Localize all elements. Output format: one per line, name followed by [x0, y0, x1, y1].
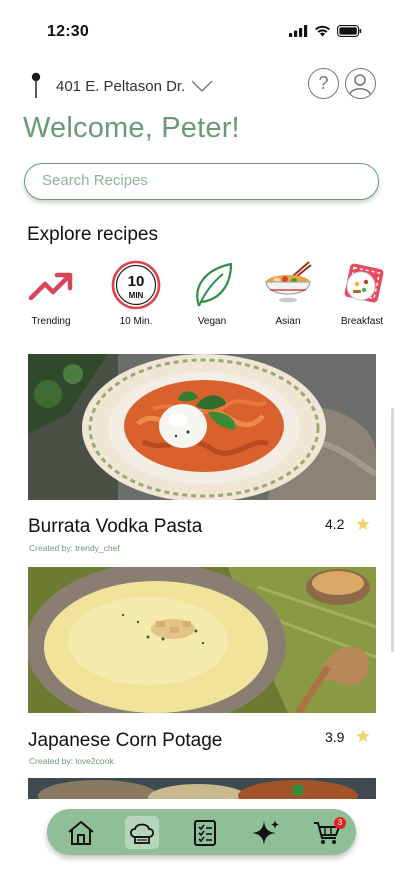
- scrollbar[interactable]: [391, 408, 394, 652]
- recipe-author: Created by: trendy_chef: [29, 543, 120, 553]
- breakfast-plate-icon: [344, 263, 384, 303]
- category-label: Vegan: [197, 316, 227, 327]
- nav-recipes[interactable]: [125, 816, 159, 849]
- checklist-icon: [194, 819, 216, 846]
- recipe-title[interactable]: Burrata Vodka Pasta: [28, 516, 202, 538]
- star-icon: [356, 729, 370, 742]
- recipe-rating: 3.9: [325, 729, 345, 745]
- help-button[interactable]: ?: [308, 68, 339, 99]
- category-breakfast[interactable]: Breakfast: [332, 258, 392, 332]
- chevron-down-icon: [191, 80, 213, 92]
- search-box[interactable]: [24, 163, 379, 200]
- user-icon: [349, 74, 371, 95]
- nav-cart[interactable]: 3: [308, 816, 346, 849]
- ten-minute-timer-icon: 10 MIN: [111, 260, 161, 310]
- explore-title: Explore recipes: [27, 224, 158, 245]
- svg-text:MIN: MIN: [129, 291, 144, 300]
- map-pin-icon: [31, 72, 41, 98]
- recipe-rating: 4.2: [325, 516, 345, 532]
- category-10-min[interactable]: 10 MIN 10 Min.: [106, 258, 166, 332]
- status-time: 12:30: [47, 23, 89, 40]
- recipe-image-corn-potage[interactable]: [28, 567, 376, 713]
- location-address: 401 E. Peltason Dr.: [56, 77, 186, 95]
- status-bar: 12:30: [0, 0, 402, 56]
- category-label: Breakfast: [340, 316, 384, 327]
- nav-list[interactable]: [188, 816, 222, 849]
- next-recipe-photo: [28, 778, 376, 799]
- leaf-icon: [196, 262, 233, 307]
- recipe-image-burrata-pasta[interactable]: [28, 354, 376, 500]
- recipe-feed[interactable]: Burrata Vodka Pasta Created by: trendy_c…: [28, 354, 376, 799]
- chef-hat-icon: [129, 823, 155, 844]
- potage-photo: [28, 567, 376, 713]
- cart-count-badge: 3: [334, 817, 346, 829]
- location-selector[interactable]: 401 E. Peltason Dr.: [30, 72, 213, 100]
- status-icons: [289, 25, 362, 37]
- category-label: 10 Min.: [119, 316, 153, 327]
- noodle-bowl-icon: [265, 261, 312, 303]
- recipe-image-next[interactable]: [28, 778, 376, 799]
- nav-ai[interactable]: [249, 816, 283, 849]
- welcome-title: Welcome, Peter!: [23, 112, 240, 144]
- signal-icon: [289, 25, 308, 37]
- category-label: Asian: [275, 316, 301, 327]
- pasta-photo: [28, 354, 376, 500]
- recipe-title[interactable]: Japanese Corn Potage: [28, 730, 222, 752]
- nav-home[interactable]: [64, 816, 98, 849]
- home-icon: [68, 820, 94, 845]
- star-icon: [356, 517, 370, 530]
- wifi-icon: [315, 25, 330, 37]
- category-label: Trending: [31, 316, 71, 327]
- category-list: Trending 10 MIN 10 Min. Vegan Asian Brea…: [0, 258, 402, 334]
- sparkle-icon: [252, 819, 279, 845]
- battery-icon: [337, 25, 362, 37]
- category-trending[interactable]: Trending: [21, 258, 81, 332]
- trending-arrow-icon: [28, 272, 73, 301]
- category-vegan[interactable]: Vegan: [182, 258, 242, 332]
- bottom-nav: 3: [47, 809, 356, 855]
- recipe-author: Created by: love2cook: [29, 756, 114, 766]
- profile-button[interactable]: [345, 68, 376, 99]
- svg-text:10: 10: [128, 273, 145, 290]
- category-asian[interactable]: Asian: [258, 258, 318, 332]
- question-mark-icon: ?: [318, 73, 329, 93]
- search-input[interactable]: [42, 172, 362, 189]
